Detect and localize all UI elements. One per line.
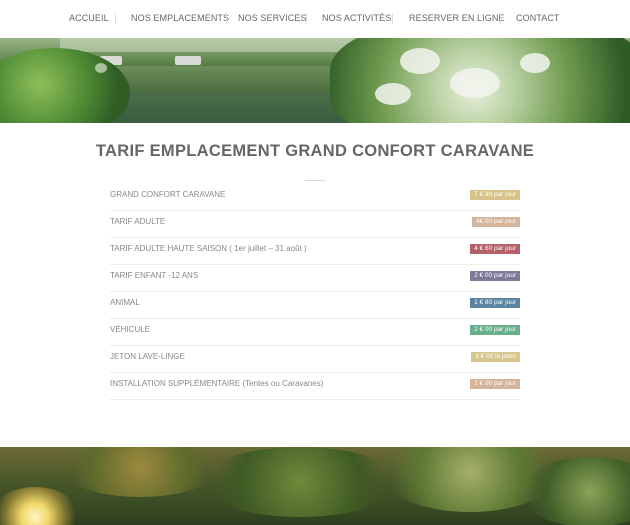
price-row: INSTALLATION SUPPLÉMENTAIRE (Tentes ou C… — [110, 373, 520, 400]
nav-separator — [226, 13, 227, 24]
price-label: GRAND CONFORT CARAVANE — [110, 190, 226, 199]
price-label: TARIF ENFANT -12 ANS — [110, 271, 199, 280]
nav-separator — [306, 13, 307, 24]
price-row: JETON LAVE-LINGE 3 € 00 le jeton — [110, 346, 520, 373]
nav-item-contact[interactable]: CONTACT — [516, 13, 560, 23]
price-label: ANIMAL — [110, 298, 140, 307]
nav-separator — [115, 13, 116, 24]
price-row: GRAND CONFORT CARAVANE 7 € 30 par jour — [110, 184, 520, 211]
price-row: TARIF ADULTE 4€ 00 par jour — [110, 211, 520, 238]
price-badge: 2 € 00 par jour — [470, 271, 520, 281]
price-label: INSTALLATION SUPPLÉMENTAIRE (Tentes ou C… — [110, 379, 324, 388]
price-badge: 4€ 00 par jour — [471, 217, 520, 227]
title-divider — [305, 180, 325, 181]
nav-separator — [500, 13, 501, 24]
nav-item-accueil[interactable]: ACCUEIL — [69, 13, 109, 23]
price-label: TARIF ADULTE HAUTE SAISON ( 1er juillet … — [110, 244, 307, 253]
nav-item-services[interactable]: NOS SERVICES — [238, 13, 307, 23]
price-row: TARIF ENFANT -12 ANS 2 € 00 par jour — [110, 265, 520, 292]
page-title: TARIF EMPLACEMENT GRAND CONFORT CARAVANE — [95, 142, 535, 160]
hero-image-forest-sunset — [0, 447, 630, 525]
price-badge: 1 € 80 par jour — [470, 298, 520, 308]
price-badge: 4 € 60 par jour — [470, 244, 520, 254]
price-badge: 2 € 00 par jour — [470, 325, 520, 335]
price-badge: 3 € 00 le jeton — [471, 352, 520, 362]
nav-item-emplacements[interactable]: NOS EMPLACEMENTS — [131, 13, 229, 23]
price-row: ANIMAL 1 € 80 par jour — [110, 292, 520, 319]
price-row: VÉHICULE 2 € 00 par jour — [110, 319, 520, 346]
price-label: JETON LAVE-LINGE — [110, 352, 185, 361]
price-badge: 7 € 30 par jour — [470, 190, 520, 200]
nav-item-reserver[interactable]: RESERVER EN LIGNE — [409, 13, 505, 23]
nav-item-activites[interactable]: NOS ACTIVITÉS — [322, 13, 391, 23]
price-label: VÉHICULE — [110, 325, 151, 334]
price-row: TARIF ADULTE HAUTE SAISON ( 1er juillet … — [110, 238, 520, 265]
nav-separator — [392, 13, 393, 24]
hero-image-river — [0, 38, 630, 123]
main-navigation: ACCUEIL NOS EMPLACEMENTS NOS SERVICES NO… — [0, 0, 630, 38]
price-label: TARIF ADULTE — [110, 217, 166, 226]
price-badge: 2 € 00 par jour — [470, 379, 520, 389]
